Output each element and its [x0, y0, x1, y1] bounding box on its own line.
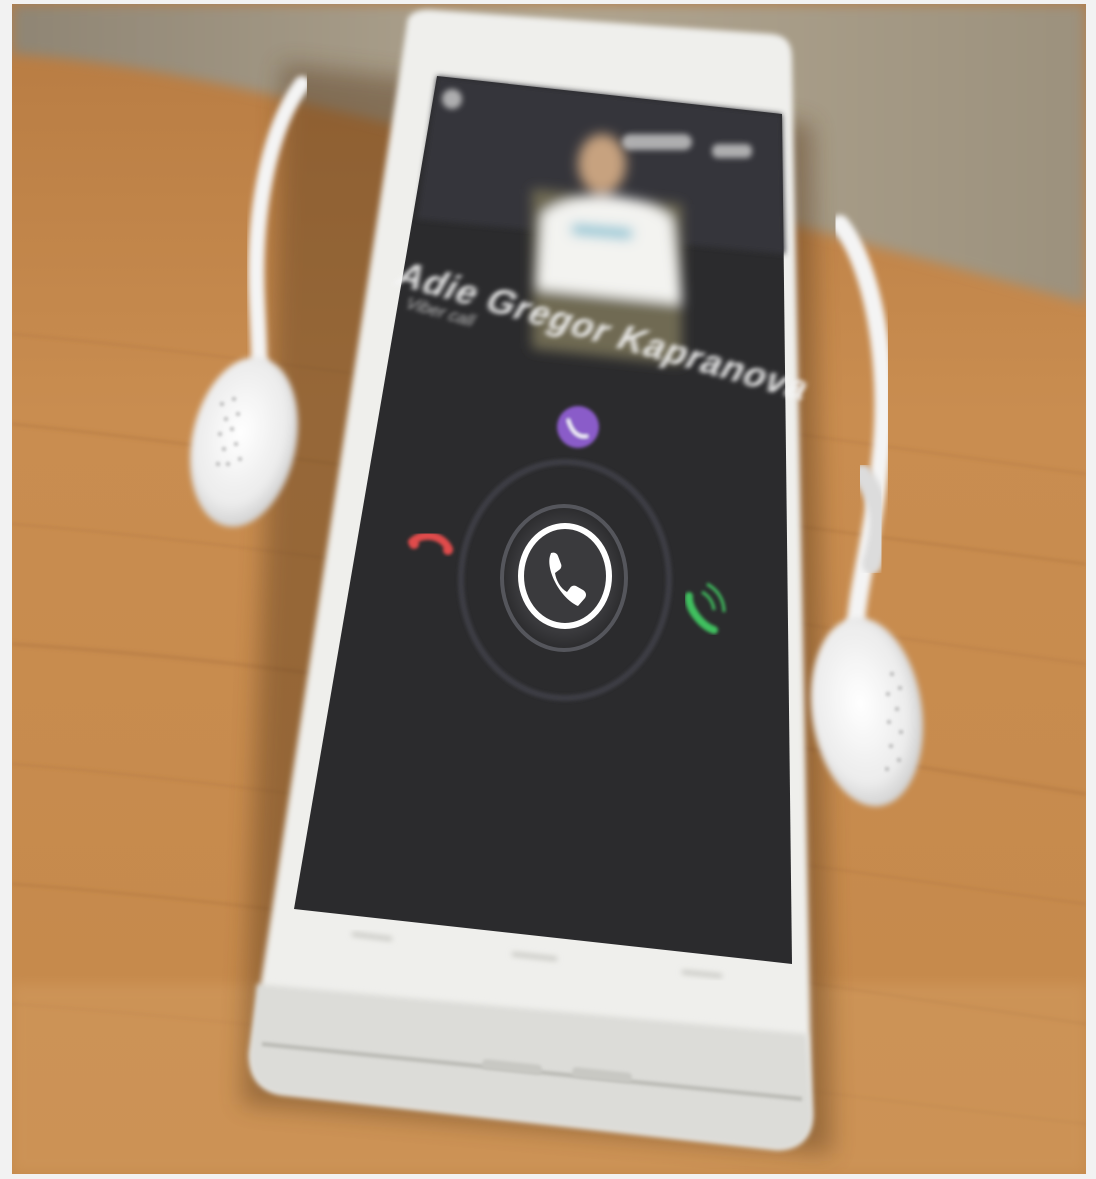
viber-icon [557, 406, 599, 448]
status-icons [622, 134, 692, 150]
photo-frame: Adie Gregor Kapranova Viber call [12, 4, 1086, 1174]
scene-photo [12, 4, 1086, 1174]
back-arrow-icon [442, 89, 462, 109]
